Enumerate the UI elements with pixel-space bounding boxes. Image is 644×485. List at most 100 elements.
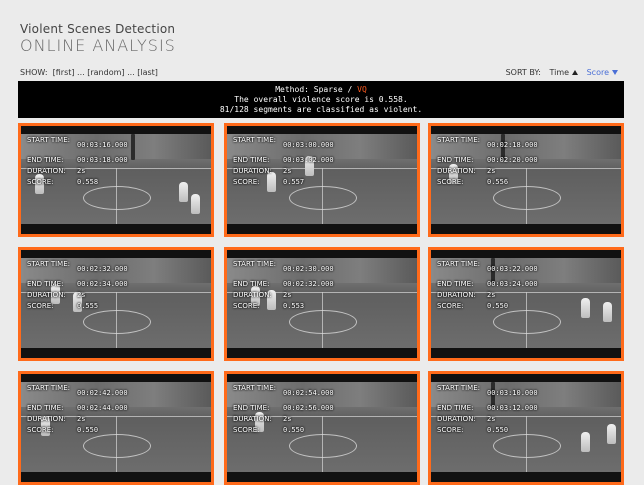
duration-label: DURATION: xyxy=(437,291,476,299)
sort-ascending-icon xyxy=(572,70,579,75)
end-time-label: END TIME: xyxy=(27,156,64,164)
end-time-label: END TIME: xyxy=(27,404,64,412)
start-time-label: START TIME: xyxy=(233,260,276,268)
score-label: SCORE: xyxy=(27,178,54,186)
duration-label: DURATION: xyxy=(233,291,272,299)
start-time-value: 00:02:18.000 xyxy=(487,141,538,149)
segment-card[interactable]: START TIME: 00:03:00.000 END TIME: 00:03:02… xyxy=(224,123,420,237)
start-time-label: START TIME: xyxy=(27,136,70,144)
score-label: SCORE: xyxy=(437,302,464,310)
person-leg xyxy=(131,134,135,160)
robot-figure xyxy=(191,194,200,214)
score-label: SCORE: xyxy=(233,426,260,434)
start-time-label: START TIME: xyxy=(437,384,480,392)
start-time-value: 00:03:10.000 xyxy=(487,389,538,397)
show-controls: SHOW: [first] ... [random] ... [last] xyxy=(20,68,158,77)
segment-card[interactable]: START TIME: 00:03:22.000 END TIME: 00:03:24… xyxy=(428,247,624,361)
robot-figure xyxy=(607,424,616,444)
score-value: 0.550 xyxy=(283,426,305,434)
score-value: 0.557 xyxy=(283,178,305,186)
score-value: 0.550 xyxy=(487,426,509,434)
end-time-label: END TIME: xyxy=(27,280,64,288)
app-title: Violent Scenes Detection xyxy=(20,22,176,36)
duration-label: DURATION: xyxy=(27,291,66,299)
start-time-label: START TIME: xyxy=(233,384,276,392)
end-time-value: 00:03:24.000 xyxy=(487,280,538,288)
sort-score-label: Score xyxy=(586,68,609,77)
robot-figure xyxy=(581,298,590,318)
score-value: 0.550 xyxy=(487,302,509,310)
sort-label: SORT BY: xyxy=(505,68,541,77)
method-text: Method: Sparse / xyxy=(275,85,358,94)
segment-card[interactable]: START TIME: 00:02:18.000 END TIME: 00:02:20… xyxy=(428,123,624,237)
duration-value: 2s xyxy=(77,415,86,423)
sort-controls: SORT BY: Time Score xyxy=(506,68,618,77)
end-time-value: 00:02:56.000 xyxy=(283,404,334,412)
start-time-value: 00:02:30.000 xyxy=(283,265,334,273)
duration-value: 2s xyxy=(283,291,292,299)
show-last-link[interactable]: [last] xyxy=(137,68,158,77)
sort-time-button[interactable]: Time xyxy=(549,68,579,77)
summary-banner: Method: Sparse / VQ The overall violence… xyxy=(18,81,624,118)
score-value: 0.555 xyxy=(77,302,99,310)
duration-value: 2s xyxy=(283,415,292,423)
page-subtitle: ONLINE ANALYSIS xyxy=(20,36,176,55)
score-value: 0.550 xyxy=(77,426,99,434)
score-value: 0.556 xyxy=(487,178,509,186)
score-label: SCORE: xyxy=(233,178,260,186)
segment-card[interactable]: START TIME: 00:02:42.000 END TIME: 00:02:44… xyxy=(18,371,214,485)
end-time-value: 00:02:32.000 xyxy=(283,280,334,288)
end-time-value: 00:03:02.000 xyxy=(283,156,334,164)
end-time-label: END TIME: xyxy=(233,280,270,288)
segment-card[interactable]: START TIME: 00:02:32.000 END TIME: 00:02:34… xyxy=(18,247,214,361)
end-time-value: 00:03:12.000 xyxy=(487,404,538,412)
duration-value: 2s xyxy=(487,291,496,299)
start-time-value: 00:03:16.000 xyxy=(77,141,128,149)
duration-label: DURATION: xyxy=(27,415,66,423)
score-label: SCORE: xyxy=(233,302,260,310)
duration-label: DURATION: xyxy=(437,167,476,175)
end-time-value: 00:02:20.000 xyxy=(487,156,538,164)
score-label: SCORE: xyxy=(27,302,54,310)
classified-count-line: 81/128 segments are classified as violen… xyxy=(219,105,423,114)
start-time-value: 00:03:00.000 xyxy=(283,141,334,149)
score-label: SCORE: xyxy=(437,178,464,186)
page: Violent Scenes Detection ONLINE ANALYSIS… xyxy=(0,0,644,485)
duration-value: 2s xyxy=(77,167,86,175)
overall-score-line: The overall violence score is 0.558. xyxy=(234,95,408,104)
show-random-link[interactable]: [random] xyxy=(87,68,124,77)
duration-value: 2s xyxy=(77,291,86,299)
end-time-label: END TIME: xyxy=(233,404,270,412)
score-label: SCORE: xyxy=(437,426,464,434)
score-value: 0.558 xyxy=(77,178,99,186)
end-time-value: 00:03:18.000 xyxy=(77,156,128,164)
end-time-label: END TIME: xyxy=(233,156,270,164)
duration-label: DURATION: xyxy=(437,415,476,423)
robot-figure xyxy=(179,182,188,202)
start-time-value: 00:02:42.000 xyxy=(77,389,128,397)
duration-value: 2s xyxy=(487,167,496,175)
end-time-label: END TIME: xyxy=(437,280,474,288)
start-time-label: START TIME: xyxy=(233,136,276,144)
separator: ... xyxy=(127,68,135,77)
segment-card[interactable]: START TIME: 00:03:16.000 END TIME: 00:03:18… xyxy=(18,123,214,237)
segment-card[interactable]: START TIME: 00:02:54.000 END TIME: 00:02:56… xyxy=(224,371,420,485)
duration-label: DURATION: xyxy=(27,167,66,175)
score-value: 0.553 xyxy=(283,302,305,310)
segment-card[interactable]: START TIME: 00:03:10.000 END TIME: 00:03:12… xyxy=(428,371,624,485)
sort-score-button[interactable]: Score xyxy=(587,68,618,77)
end-time-label: END TIME: xyxy=(437,404,474,412)
start-time-value: 00:03:22.000 xyxy=(487,265,538,273)
show-first-link[interactable]: [first] xyxy=(53,68,75,77)
separator: ... xyxy=(77,68,85,77)
segment-card[interactable]: START TIME: 00:02:30.000 END TIME: 00:02:32… xyxy=(224,247,420,361)
start-time-label: START TIME: xyxy=(437,260,480,268)
duration-value: 2s xyxy=(283,167,292,175)
start-time-label: START TIME: xyxy=(437,136,480,144)
start-time-value: 00:02:32.000 xyxy=(77,265,128,273)
end-time-value: 00:02:34.000 xyxy=(77,280,128,288)
end-time-label: END TIME: xyxy=(437,156,474,164)
start-time-label: START TIME: xyxy=(27,384,70,392)
duration-label: DURATION: xyxy=(233,415,272,423)
end-time-value: 00:02:44.000 xyxy=(77,404,128,412)
